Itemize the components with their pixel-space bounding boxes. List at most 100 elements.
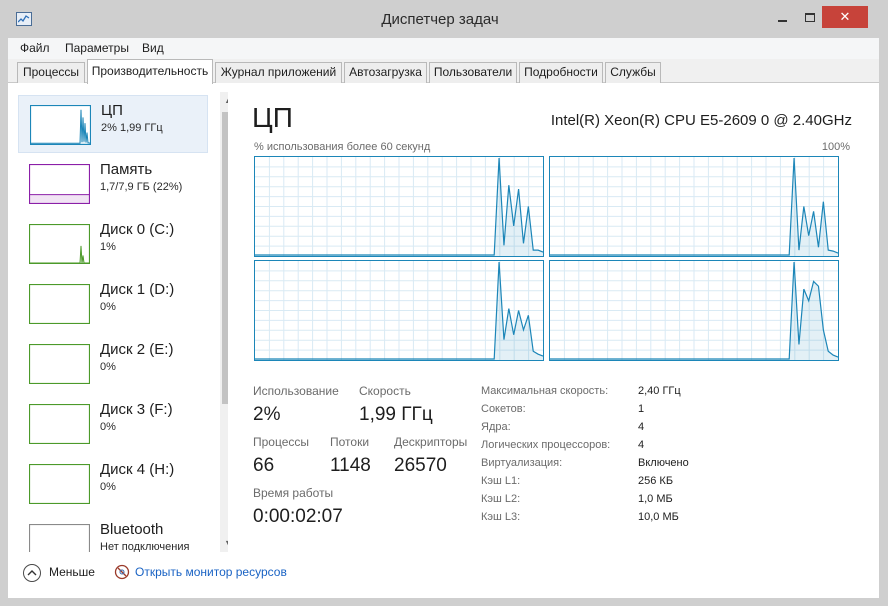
speed-value: 1,99 ГГц [359,404,433,425]
sidebar-item-label: Диск 3 (F:) [100,401,173,418]
spec-cores-label: Ядра: [481,421,511,433]
page-title: ЦП [252,102,293,133]
tab-strip: Процессы Производительность Журнал прило… [8,59,879,84]
sidebar-item-bluetooth[interactable]: Bluetooth Нет подключения [18,515,208,552]
scrollbar-thumb[interactable] [222,112,228,404]
threads-value: 1148 [330,455,371,476]
sidebar-item-label: Диск 1 (D:) [100,281,175,298]
thumbnail-frame [28,523,91,552]
sidebar-item-value: 0% [100,361,116,373]
usage-label: Использование [253,384,339,398]
processes-label: Процессы [253,435,310,449]
tab-services[interactable]: Службы [605,62,661,83]
disk-0-thumbnail-graph [28,223,91,265]
fewer-details-button[interactable]: Меньше [49,565,95,579]
cpu-core-graph [549,260,839,361]
sidebar-item-value: 1,7/7,9 ГБ (22%) [100,181,183,193]
maximize-button[interactable] [795,6,825,28]
sidebar-item-value: 2% 1,99 ГГц [101,122,163,134]
sidebar-item-disk-3[interactable]: Диск 3 (F:) 0% [18,395,208,453]
sidebar-item-label: ЦП [101,102,123,119]
tab-details[interactable]: Подробности [519,62,603,83]
handles-label: Дескрипторы [394,435,468,449]
sidebar-item-disk-4[interactable]: Диск 4 (H:) 0% [18,455,208,513]
disk-2-thumbnail-graph [28,343,91,385]
cpu-model-name: Intel(R) Xeon(R) CPU E5-2609 0 @ 2.40GHz [550,112,852,129]
cpu-core-graph [549,156,839,257]
scroll-down-arrow-icon[interactable]: ▼ [220,535,228,552]
spec-logical-processors-value: 4 [638,439,645,451]
spec-l3-cache-value: 10,0 МБ [638,511,679,523]
sidebar-item-label: Память [100,161,153,178]
graph-max-label: 100% [821,141,850,153]
usage-value: 2% [253,404,281,425]
sidebar-item-value: 0% [100,481,116,493]
minimize-icon [777,19,787,22]
spec-sockets-label: Сокетов: [481,403,526,415]
minimize-button[interactable] [767,6,797,28]
resource-sidebar: ЦП 2% 1,99 ГГц Память 1,7/7,9 ГБ (22%) Д… [18,92,228,552]
tab-startup[interactable]: Автозагрузка [344,62,427,83]
sidebar-item-label: Bluetooth [100,521,164,538]
open-resource-monitor-link[interactable]: Открыть монитор ресурсов [135,565,287,579]
speed-label: Скорость [359,384,411,398]
menu-view[interactable]: Вид [142,41,164,55]
spec-l1-cache-value: 256 КБ [638,475,674,487]
cpu-core-graph [254,260,544,361]
sidebar-item-cpu[interactable]: ЦП 2% 1,99 ГГц [18,95,208,153]
sidebar-item-label: Диск 4 (H:) [100,461,175,478]
thumbnail-frame [28,403,91,445]
tab-users[interactable]: Пользователи [429,62,517,83]
spec-l1-cache-label: Кэш L1: [481,475,521,487]
spec-l2-cache-value: 1,0 МБ [638,493,673,505]
spec-max-speed-label: Максимальная скорость: [481,385,609,397]
menu-options[interactable]: Параметры [65,41,129,55]
uptime-value: 0:00:02:07 [253,506,343,527]
graph-axis-label: % использования более 60 секунд [254,141,431,153]
cpu-core-graph [254,156,544,257]
threads-label: Потоки [330,435,370,449]
close-button[interactable]: ✕ [822,6,868,28]
cpu-thumbnail-graph [29,104,92,146]
maximize-icon [805,13,815,23]
disk-3-thumbnail-graph [28,403,91,445]
footer-bar: Меньше Открыть монитор ресурсов [8,556,879,598]
spec-l2-cache-label: Кэш L2: [481,493,521,505]
processes-value: 66 [253,455,275,476]
sidebar-item-value: 0% [100,421,116,433]
sidebar-item-disk-2[interactable]: Диск 2 (E:) 0% [18,335,208,393]
thumbnail-frame [28,283,91,325]
memory-thumbnail-graph [28,163,91,205]
sidebar-item-disk-0[interactable]: Диск 0 (C:) 1% [18,215,208,273]
disk-1-thumbnail-graph [28,283,91,325]
tab-processes[interactable]: Процессы [17,62,85,83]
sidebar-scrollbar[interactable]: ▲ ▼ [220,92,228,552]
resource-monitor-icon[interactable] [114,564,130,580]
sidebar-item-value: 1% [100,241,116,253]
menu-file[interactable]: Файл [20,41,50,55]
spec-max-speed-value: 2,40 ГГц [638,385,681,397]
thumbnail-frame [28,463,91,505]
menu-bar: Файл Параметры Вид [8,38,879,59]
scroll-up-arrow-icon[interactable]: ▲ [220,92,228,109]
spec-l3-cache-label: Кэш L3: [481,511,521,523]
spec-virtualization-label: Виртуализация: [481,457,563,469]
tab-app-history[interactable]: Журнал приложений [215,62,342,83]
spec-cores-value: 4 [638,421,645,433]
chevron-up-icon[interactable] [23,564,41,582]
window-title: Диспетчер задач [381,11,499,28]
sidebar-item-value: Нет подключения [100,541,190,552]
tab-performance[interactable]: Производительность [87,59,213,84]
handles-value: 26570 [394,455,447,476]
task-manager-window: Диспетчер задач ✕ Файл Параметры Вид Про… [0,0,888,606]
spec-sockets-value: 1 [638,403,645,415]
sidebar-item-memory[interactable]: Память 1,7/7,9 ГБ (22%) [18,155,208,213]
disk-4-thumbnail-graph [28,463,91,505]
client-area: Файл Параметры Вид Процессы Производител… [8,38,879,598]
title-bar[interactable]: Диспетчер задач ✕ [0,0,888,38]
spec-logical-processors-label: Логических процессоров: [481,439,611,451]
sidebar-item-label: Диск 2 (E:) [100,341,174,358]
sidebar-item-label: Диск 0 (C:) [100,221,175,238]
sidebar-item-disk-1[interactable]: Диск 1 (D:) 0% [18,275,208,333]
bluetooth-thumbnail-graph [28,523,91,552]
